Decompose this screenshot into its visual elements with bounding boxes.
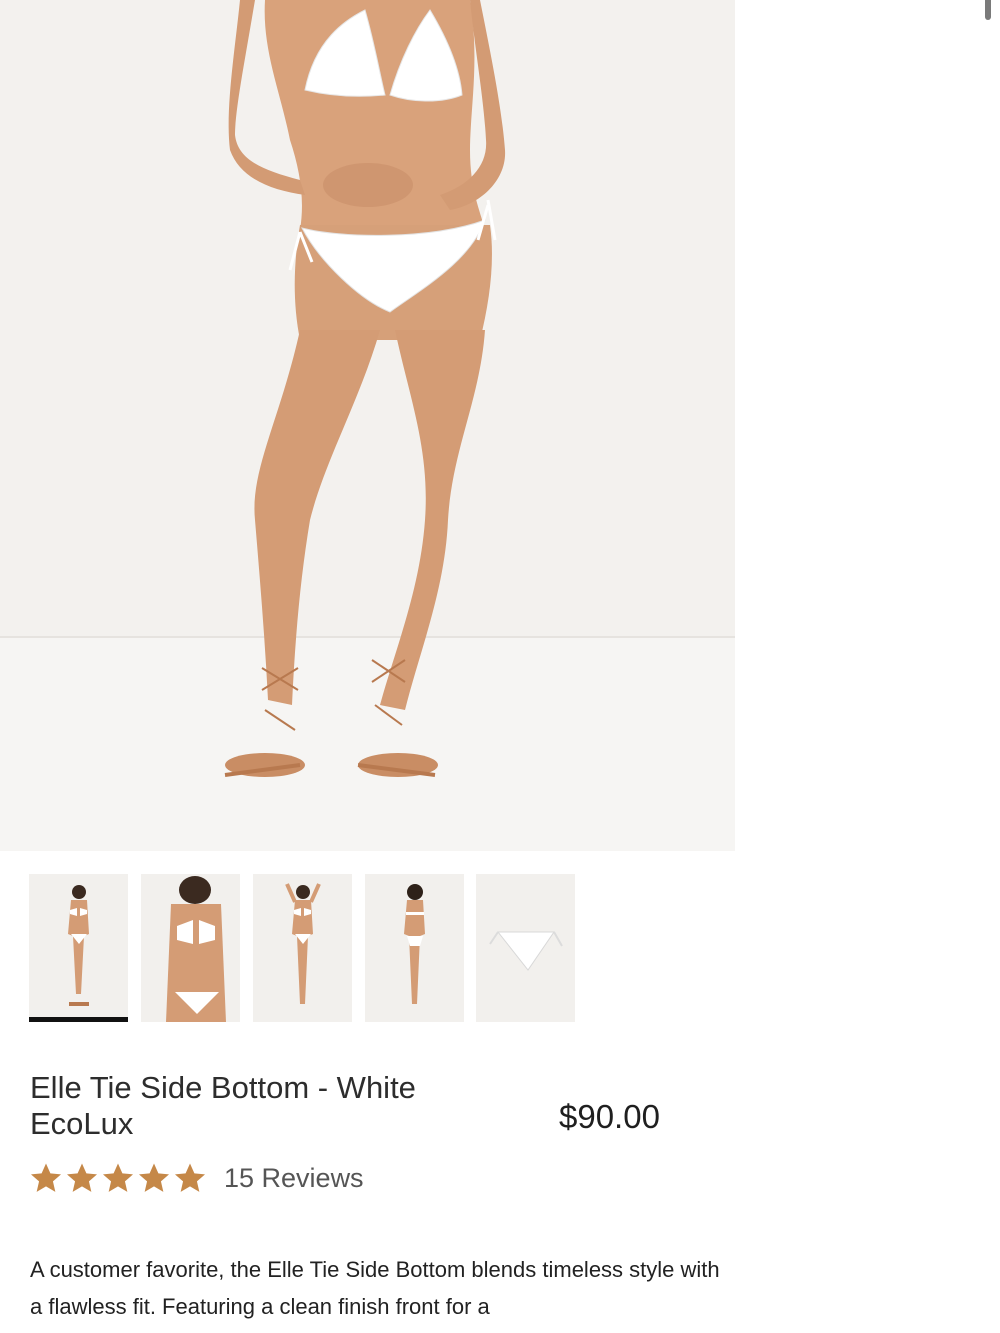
thumbnail-1[interactable] — [29, 874, 128, 1022]
model-back-icon — [404, 884, 425, 1004]
product-description: A customer favorite, the Elle Tie Side B… — [30, 1257, 720, 1319]
model-arms-up-icon — [285, 883, 321, 1004]
product-price: $90.00 — [559, 1098, 660, 1135]
product-flatlay-icon — [489, 931, 563, 971]
star-icon — [138, 1163, 170, 1192]
rating-row[interactable]: 15 Reviews — [29, 1160, 364, 1196]
active-thumbnail-indicator — [29, 1017, 128, 1022]
model-closeup-icon — [166, 876, 226, 1022]
star-icon — [66, 1163, 98, 1192]
thumbnail-5[interactable] — [476, 874, 575, 1022]
star-rating — [29, 1161, 207, 1195]
product-title: Elle Tie Side Bottom - White EcoLux — [30, 1070, 416, 1141]
model-front-full-icon — [68, 885, 89, 1006]
thumbnail-2[interactable] — [141, 874, 240, 1022]
star-icon — [30, 1163, 62, 1192]
star-icon — [102, 1163, 134, 1192]
reviews-link[interactable]: 15 Reviews — [224, 1163, 364, 1194]
scrollbar[interactable] — [985, 0, 991, 20]
thumbnail-3[interactable] — [253, 874, 352, 1022]
star-icon — [174, 1163, 206, 1192]
thumbnail-4[interactable] — [365, 874, 464, 1022]
main-product-image[interactable] — [0, 0, 735, 851]
